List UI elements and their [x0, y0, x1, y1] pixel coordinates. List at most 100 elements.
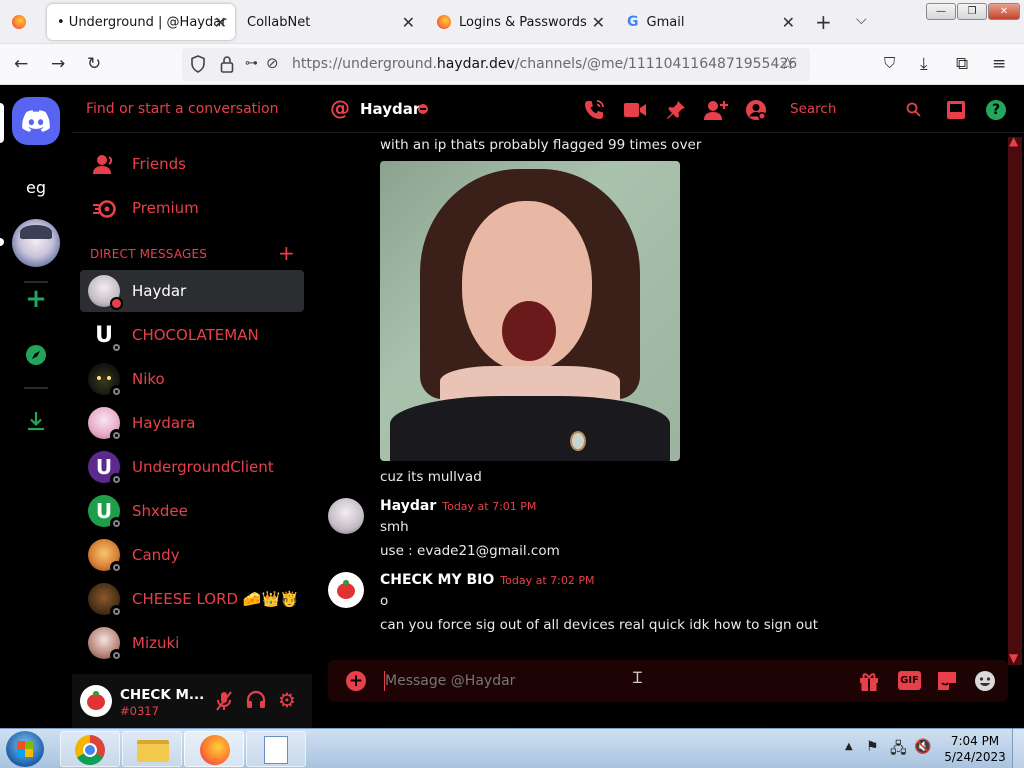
- clock-time[interactable]: 7:04 PM: [946, 734, 1004, 748]
- find-conversation-button[interactable]: Find or start a conversation: [86, 101, 278, 117]
- search-box[interactable]: Search: [782, 97, 930, 121]
- user-avatar[interactable]: [80, 685, 112, 717]
- close-tab-icon[interactable]: ✕: [592, 13, 605, 32]
- pinned-messages-icon[interactable]: [664, 98, 688, 122]
- url-bar[interactable]: ⊶ ⊘ https://underground.haydar.dev/chann…: [182, 48, 810, 81]
- premium-item[interactable]: Premium: [80, 188, 304, 230]
- tab-underground[interactable]: • Underground | @Haydar ✕: [47, 4, 235, 40]
- add-friend-to-dm-icon[interactable]: [704, 98, 728, 122]
- discord-home-button[interactable]: [12, 97, 60, 145]
- tab-collabnet[interactable]: CollabNet ✕: [237, 4, 423, 40]
- emoji-icon[interactable]: [974, 670, 996, 696]
- friends-item[interactable]: Friends: [80, 144, 304, 186]
- action-center-flag-icon[interactable]: ⚑: [866, 739, 879, 755]
- explore-servers-button[interactable]: [12, 331, 60, 379]
- close-tab-icon[interactable]: ✕: [402, 13, 415, 32]
- discord-logo-icon: [22, 110, 50, 132]
- show-hidden-icons[interactable]: ▲: [845, 741, 853, 752]
- extensions-icon[interactable]: ⧉: [956, 54, 968, 74]
- voice-call-icon[interactable]: [582, 98, 606, 122]
- upload-plus-icon[interactable]: +: [346, 671, 366, 691]
- add-server-button[interactable]: +: [12, 275, 60, 323]
- tab-gmail[interactable]: G Gmail ✕: [617, 4, 803, 40]
- url-text[interactable]: https://underground.haydar.dev/channels/…: [292, 56, 797, 72]
- scroll-down-icon[interactable]: ▼: [1009, 651, 1018, 665]
- permissions-icon[interactable]: ⊶: [245, 56, 258, 71]
- user-name[interactable]: CHECK M...: [120, 687, 204, 703]
- close-tab-icon[interactable]: ✕: [214, 13, 227, 32]
- message-avatar-check-my-bio[interactable]: [328, 572, 364, 608]
- selected-indicator: [0, 103, 4, 143]
- chat-header-name[interactable]: Haydar: [360, 100, 420, 118]
- download-apps-button[interactable]: [12, 397, 60, 445]
- pocket-icon[interactable]: ⛉: [884, 54, 895, 72]
- dm-item-haydara[interactable]: Haydara: [80, 402, 304, 444]
- server-avatar[interactable]: [12, 219, 60, 267]
- dm-item-cheese-lord[interactable]: CHEESE LORD 🧀👑🫅: [80, 578, 304, 620]
- close-tab-icon[interactable]: ✕: [782, 13, 795, 32]
- dm-item-chocolateman[interactable]: U CHOCOLATEMAN: [80, 314, 304, 356]
- headphones-icon[interactable]: [246, 690, 266, 714]
- downloads-icon[interactable]: ⤓: [920, 54, 928, 74]
- volume-muted-icon[interactable]: 🔇: [914, 739, 931, 755]
- scroll-up-icon[interactable]: ▲: [1009, 134, 1018, 148]
- clock-date[interactable]: 5/24/2023: [942, 750, 1008, 764]
- dm-item-niko[interactable]: Niko: [80, 358, 304, 400]
- restore-window-icon[interactable]: ❐: [957, 3, 987, 20]
- list-tabs-icon[interactable]: ⌵: [856, 12, 867, 28]
- close-window-icon[interactable]: ✕: [988, 3, 1020, 20]
- author-name[interactable]: CHECK MY BIO: [380, 572, 494, 588]
- hamburger-menu-icon[interactable]: ≡: [992, 54, 1006, 74]
- download-icon: [28, 412, 44, 431]
- minimize-window-icon[interactable]: —: [926, 3, 956, 20]
- message-avatar-haydar[interactable]: [328, 498, 364, 534]
- settings-gear-icon[interactable]: ⚙: [278, 688, 296, 712]
- create-dm-button[interactable]: +: [278, 241, 295, 265]
- avatar: U: [88, 495, 123, 530]
- server-eg[interactable]: eg: [12, 163, 60, 211]
- windows-taskbar: ▲ ⚑ 🖧 🔇 7:04 PM 5/24/2023: [0, 728, 1024, 768]
- dm-item-undergroundclient[interactable]: U UndergroundClient: [80, 446, 304, 488]
- show-desktop-button[interactable]: [1012, 729, 1024, 768]
- dm-item-shxdee[interactable]: U Shxdee: [80, 490, 304, 532]
- tracking-protection-icon[interactable]: ⊘: [266, 54, 279, 72]
- video-call-icon[interactable]: [623, 98, 647, 122]
- avatar: [88, 363, 123, 398]
- taskbar-firefox[interactable]: [184, 731, 244, 767]
- taskbar-notepad[interactable]: [246, 731, 306, 767]
- avatar: U: [88, 451, 123, 486]
- dm-item-haydar[interactable]: Haydar: [80, 270, 304, 312]
- firefox-menu-icon[interactable]: [12, 15, 26, 29]
- message-input[interactable]: [385, 670, 785, 692]
- message-timestamp: Today at 7:01 PM: [442, 500, 537, 513]
- message-image[interactable]: [380, 161, 680, 461]
- sticker-icon[interactable]: [936, 670, 958, 696]
- back-icon[interactable]: ←: [14, 54, 28, 74]
- message-author[interactable]: CHECK MY BIO Today at 7:02 PM: [380, 572, 594, 588]
- dm-item-candy[interactable]: Candy: [80, 534, 304, 576]
- messages-scrollbar[interactable]: ▲ ▼: [1008, 134, 1022, 665]
- reload-icon[interactable]: ↻: [87, 54, 101, 74]
- network-icon[interactable]: 🖧: [890, 738, 907, 763]
- start-button[interactable]: [6, 731, 44, 767]
- tab-logins-passwords[interactable]: Logins & Passwords ✕: [427, 4, 613, 40]
- help-icon[interactable]: ?: [984, 98, 1008, 122]
- dm-name: Shxdee: [132, 502, 188, 520]
- mute-mic-icon[interactable]: [214, 690, 234, 716]
- browser-tab-bar: • Underground | @Haydar ✕ CollabNet ✕ Lo…: [0, 0, 1024, 44]
- author-name[interactable]: Haydar: [380, 498, 436, 514]
- user-profile-icon[interactable]: [744, 98, 768, 122]
- forward-icon[interactable]: →: [51, 54, 65, 74]
- taskbar-chrome[interactable]: [60, 731, 120, 767]
- message-author[interactable]: Haydar Today at 7:01 PM: [380, 498, 536, 514]
- new-tab-icon[interactable]: +: [815, 10, 832, 34]
- gift-icon[interactable]: [858, 670, 880, 696]
- taskbar-explorer[interactable]: [122, 731, 182, 767]
- lock-icon[interactable]: [220, 55, 234, 77]
- server-divider: [24, 387, 48, 389]
- dm-item-mizuki[interactable]: Mizuki: [80, 622, 304, 664]
- shield-icon[interactable]: [190, 55, 206, 77]
- gif-button[interactable]: GIF: [898, 671, 921, 690]
- bookmark-star-icon[interactable]: ☆: [780, 54, 795, 74]
- inbox-icon[interactable]: [944, 98, 968, 122]
